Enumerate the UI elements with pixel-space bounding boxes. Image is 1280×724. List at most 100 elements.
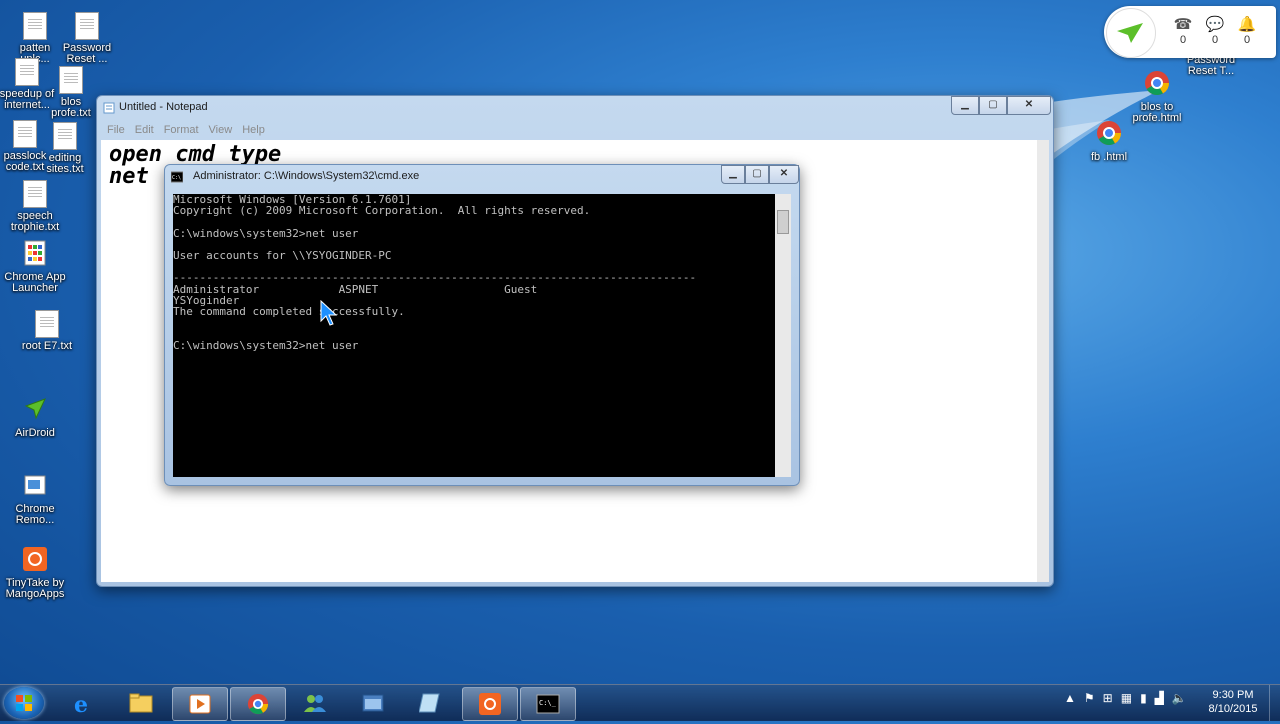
windows-flag-icon[interactable]: ⊞: [1103, 691, 1113, 705]
console-line: User accounts for \\YSYOGINDER-PC: [173, 249, 392, 263]
phone-icon: ☎: [1173, 16, 1193, 33]
taskbar-messenger[interactable]: [288, 687, 342, 719]
calls-counter[interactable]: ☎ 0: [1170, 16, 1196, 46]
notepad-title: Untitled - Notepad: [119, 101, 208, 113]
cmd-icon: C:\: [171, 171, 183, 183]
taskbar-tinytake[interactable]: [462, 687, 518, 721]
text-file-icon: [53, 122, 77, 150]
chrome-icon: [1097, 121, 1121, 146]
clock-time: 9:30 PM: [1212, 689, 1254, 701]
desktop-icon-tinytake[interactable]: TinyTake by MangoApps: [0, 546, 70, 600]
notepad-icon: [419, 693, 440, 713]
text-file-icon: [35, 310, 59, 338]
signal-icon[interactable]: ▟: [1155, 691, 1164, 705]
minimize-button[interactable]: ▁: [951, 96, 979, 115]
taskbar-app-window[interactable]: [346, 687, 400, 719]
chrome-icon: [1145, 71, 1169, 96]
desktop-icon-speech[interactable]: speech trophie.txt: [0, 180, 70, 233]
start-button[interactable]: [4, 687, 44, 719]
chrome-remote-desktop-icon: [24, 475, 46, 495]
taskbar-cmd[interactable]: C:\_: [520, 687, 576, 721]
text-file-icon: [75, 12, 99, 40]
console-line: C:\windows\system32>net user: [173, 338, 359, 352]
cmd-console[interactable]: Microsoft Windows [Version 6.1.7601] Cop…: [173, 194, 775, 477]
maximize-button[interactable]: ▢: [979, 96, 1007, 115]
cmd-icon: C:\_: [536, 694, 560, 714]
taskbar-internet-explorer[interactable]: e: [56, 687, 110, 719]
console-line: C:\windows\system32>net user: [173, 226, 359, 240]
action-center-flag-icon[interactable]: ⚑: [1084, 691, 1095, 705]
power-icon[interactable]: ▮: [1140, 691, 1147, 705]
console-line: Administrator ASPNET Guest: [173, 282, 538, 296]
taskbar-chrome[interactable]: [230, 687, 286, 721]
desktop-icon-airdroid[interactable]: AirDroid: [0, 396, 70, 439]
notepad-vertical-scrollbar[interactable]: [1037, 140, 1049, 582]
media-player-icon: [189, 694, 211, 714]
desktop-icon-password-reset[interactable]: Password Reset ...: [52, 12, 122, 65]
close-button[interactable]: ✕: [769, 165, 799, 184]
chat-bubble-icon: 💬: [1205, 16, 1225, 33]
desktop-icon-blos-html[interactable]: blos to profe.html: [1122, 70, 1192, 124]
text-file-icon: [59, 66, 83, 94]
app-window-icon: [362, 694, 384, 712]
volume-icon[interactable]: 🔈: [1172, 691, 1187, 705]
taskbar: e C:\_ ▲ ⚑ ⊞ ▦ ▮ ▟ 🔈 9:30 PM 8/10/2015: [0, 684, 1280, 721]
svg-text:e: e: [74, 692, 88, 714]
cmd-title: Administrator: C:\Windows\System32\cmd.e…: [193, 170, 420, 182]
maximize-button[interactable]: ▢: [745, 165, 769, 184]
desktop-icon-chrome-remote[interactable]: Chrome Remo...: [0, 472, 70, 526]
notepad-line-2: net: [109, 164, 149, 189]
notepad-line-1: open cmd type: [109, 142, 282, 167]
windows-logo-icon: [16, 695, 32, 711]
notifications-counter[interactable]: 🔔 0: [1234, 16, 1260, 46]
desktop-icon-chrome-app-launcher[interactable]: Chrome App Launcher: [0, 240, 70, 294]
chrome-icon: [247, 693, 269, 715]
scrollbar-thumb[interactable]: [777, 210, 789, 234]
menu-file[interactable]: File: [103, 122, 131, 140]
taskbar-media-player[interactable]: [172, 687, 228, 721]
airdroid-widget[interactable]: ☎ 0 💬 0 🔔 0: [1104, 6, 1276, 58]
text-file-icon: [23, 180, 47, 208]
menu-format[interactable]: Format: [160, 122, 205, 140]
console-line: The command completed successfully.: [173, 305, 405, 319]
close-button[interactable]: ✕: [1007, 96, 1051, 115]
airdroid-icon: [24, 398, 46, 420]
minimize-button[interactable]: ▁: [721, 165, 745, 184]
console-line: ----------------------------------------…: [173, 271, 697, 285]
cmd-vertical-scrollbar[interactable]: [775, 194, 791, 477]
menu-edit[interactable]: Edit: [131, 122, 160, 140]
people-icon: [304, 695, 326, 712]
show-desktop-button[interactable]: [1269, 685, 1280, 721]
app-launcher-icon: [24, 240, 46, 266]
text-file-icon: [23, 12, 47, 40]
console-line: Copyright (c) 2009 Microsoft Corporation…: [173, 204, 591, 218]
menu-help[interactable]: Help: [238, 122, 271, 140]
notepad-icon: [103, 102, 115, 114]
tinytake-icon: [479, 693, 501, 715]
airdroid-logo[interactable]: [1106, 8, 1156, 58]
mouse-pointer-icon: [320, 300, 338, 326]
system-tray: ▲ ⚑ ⊞ ▦ ▮ ▟ 🔈: [1064, 691, 1187, 705]
desktop-icon-editing-sites[interactable]: editing sites.txt: [30, 122, 100, 175]
cmd-window[interactable]: C:\ Administrator: C:\Windows\System32\c…: [164, 164, 800, 486]
taskbar-file-explorer[interactable]: [114, 687, 168, 719]
messages-counter[interactable]: 💬 0: [1202, 16, 1228, 46]
desktop-icon-fb-html[interactable]: fb .html: [1074, 120, 1144, 163]
internet-explorer-icon: e: [74, 692, 88, 714]
menu-view[interactable]: View: [205, 122, 239, 140]
tinytake-icon: [23, 547, 47, 571]
notepad-menubar: File Edit Format View Help: [103, 122, 1047, 140]
clock-date: 8/10/2015: [1208, 703, 1258, 715]
show-hidden-icons-icon[interactable]: ▲: [1064, 691, 1076, 705]
folder-icon: [129, 693, 153, 713]
desktop-icon-root-e7[interactable]: root E7.txt: [12, 310, 82, 352]
bell-icon: 🔔: [1237, 16, 1257, 33]
network-icon[interactable]: ▦: [1121, 691, 1132, 705]
airdroid-plane-icon: [1117, 23, 1143, 43]
taskbar-notepad[interactable]: [404, 687, 458, 719]
svg-text:C:\: C:\: [172, 175, 181, 181]
clock[interactable]: 9:30 PM 8/10/2015: [1200, 688, 1266, 716]
